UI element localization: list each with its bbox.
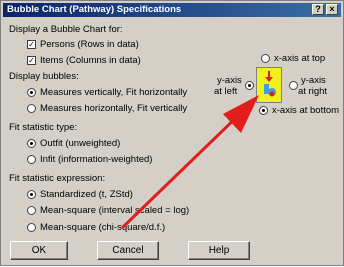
annotation-arrow-icon (121, 95, 259, 229)
dialog-window: Bubble Chart (Pathway) Specifications ? … (0, 0, 344, 266)
